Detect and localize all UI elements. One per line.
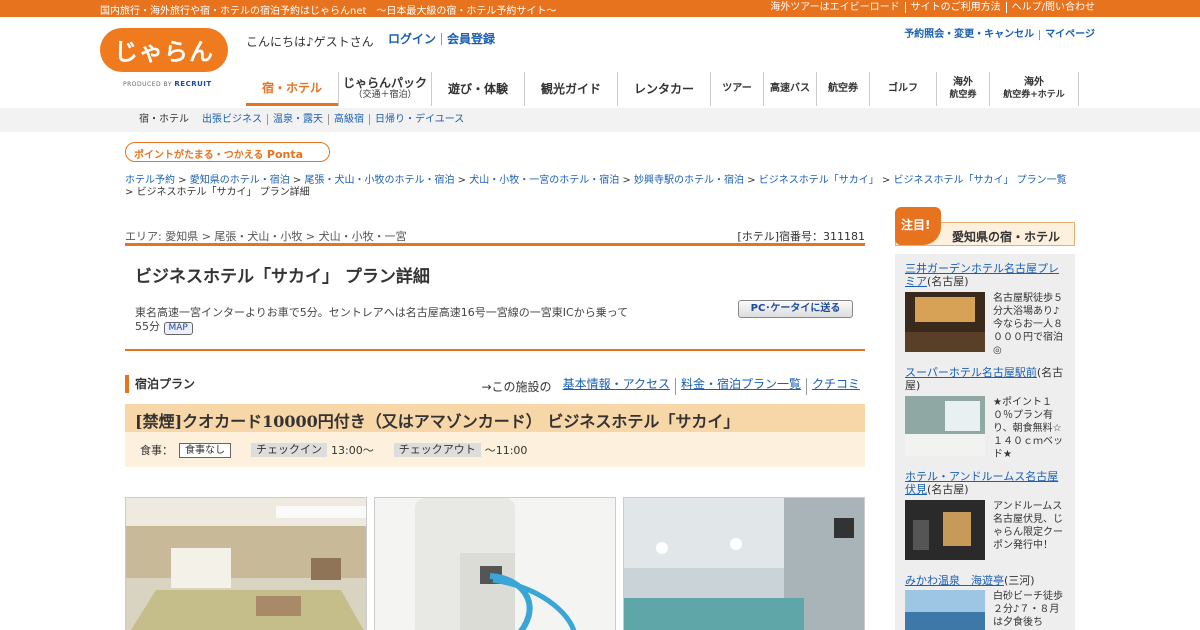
breadcrumb-link[interactable]: 尾張・犬山・小牧のホテル・宿泊 <box>305 175 455 186</box>
login-links: ログイン 会員登録 <box>388 33 500 45</box>
hotel-name-link[interactable]: スーパーホテル名古屋駅前 <box>905 366 1037 379</box>
nav-overseas-flight[interactable]: 海外 航空券 <box>936 72 989 106</box>
review-link[interactable]: クチコミ <box>807 378 865 395</box>
nav-rentacar[interactable]: レンタカー <box>617 72 710 106</box>
bath-photo[interactable] <box>623 497 865 630</box>
hotel-thumbnail[interactable] <box>905 292 985 352</box>
featured-badge: 注目! <box>895 207 941 245</box>
greeting: こんにちは♪ゲストさん <box>246 35 374 49</box>
top-links: 海外ツアーはエイビーロード サイトのご利用方法 ヘルプ/問い合わせ <box>765 2 1100 13</box>
meal-badge: 食事なし <box>179 442 231 458</box>
featured-hotel-item[interactable]: スーパーホテル名古屋駅前(名古屋) ★ポイント１０％プラン有り、朝食無料☆１４０… <box>905 366 1067 460</box>
bath-image <box>624 498 864 630</box>
map-button[interactable]: MAP <box>163 322 193 335</box>
plan-section-header: 宿泊プラン →この施設の 基本情報・アクセス 料金・宿泊プラン一覧 クチコミ <box>125 375 865 395</box>
login-link[interactable]: ログイン <box>388 32 436 46</box>
mypage-link[interactable]: マイページ <box>1039 30 1100 40</box>
plan-list-link[interactable]: 料金・宿泊プラン一覧 <box>676 378 807 395</box>
hotel-thumbnail[interactable] <box>905 500 985 560</box>
nav-activities[interactable]: 遊び・体験 <box>431 72 524 106</box>
plan-info: 食事： 食事なし チェックイン 13:00～ チェックアウト ～11:00 <box>125 432 865 467</box>
jalan-logo[interactable]: じゃらん <box>100 28 228 72</box>
subnav-onsen[interactable]: 温泉・露天 <box>267 114 328 125</box>
checkout-time: ～11:00 <box>484 444 528 457</box>
hotel-thumbnail[interactable] <box>905 396 985 456</box>
top-banner: 国内旅行・海外旅行や宿・ホテルの宿泊予約はじゃらんnet ～日本最大級の宿・ホテ… <box>0 0 1200 17</box>
site-tagline: 国内旅行・海外旅行や宿・ホテルの宿泊予約はじゃらんnet ～日本最大級の宿・ホテ… <box>100 6 557 17</box>
logo-text: じゃらん <box>114 38 214 66</box>
breadcrumb-link[interactable]: ホテル予約 <box>125 175 175 186</box>
lan-port-photo[interactable] <box>374 497 616 630</box>
subnav-business[interactable]: 出張ビジネス <box>197 114 267 125</box>
register-link[interactable]: 会員登録 <box>447 32 495 46</box>
breadcrumb: ホテル予約 > 愛知県のホテル・宿泊 > 尾張・犬山・小牧のホテル・宿泊 > 犬… <box>125 175 1067 198</box>
hotel-number: [ホテル]宿番号：311181 <box>737 230 865 243</box>
featured-hotel-item[interactable]: ホテル・アンドルームス名古屋伏見(名古屋) アンドルームス名古屋伏見、じゃらん限… <box>905 470 1067 560</box>
help-link[interactable]: ヘルプ/問い合わせ <box>1005 2 1100 13</box>
nav-golf[interactable]: ゴルフ <box>869 72 936 106</box>
basic-info-link[interactable]: 基本情報・アクセス <box>558 378 676 395</box>
main-nav: 宿・ホテル じゃらんパック （交通＋宿泊） 遊び・体験 観光ガイド レンタカー ツ… <box>246 72 1079 106</box>
hotel-description: 名古屋駅徒歩５分大浴場あり♪今ならお一人８０００円で宿泊◎ <box>993 293 1063 356</box>
lan-port-image <box>375 498 615 630</box>
facility-links: →この施設の 基本情報・アクセス 料金・宿泊プラン一覧 クチコミ <box>482 378 866 395</box>
breadcrumb-link[interactable]: 愛知県のホテル・宿泊 <box>190 175 290 186</box>
send-to-phone-button[interactable]: PC･ケータイに送る <box>738 300 853 318</box>
hotel-description: アンドルームス名古屋伏見、じゃらん限定クーポン発行中！ <box>993 501 1063 551</box>
featured-hotel-item[interactable]: 三井ガーデンホテル名古屋プレミア(名古屋) 名古屋駅徒歩５分大浴場あり♪今ならお… <box>905 262 1067 356</box>
breadcrumb-link[interactable]: ビジネスホテル「サカイ」 <box>759 175 879 186</box>
hotel-description: 白砂ビーチ徒歩２分♪７・８月は夕食後ち <box>993 591 1063 628</box>
sub-nav: 宿・ホテル 出張ビジネス 温泉・露天 高級宿 日帰り・デイユース <box>0 108 1200 132</box>
breadcrumb-current: ビジネスホテル「サカイ」 プラン詳細 <box>136 187 310 198</box>
breadcrumb-link[interactable]: 妙興寺駅のホテル・宿泊 <box>634 175 744 186</box>
nav-bus[interactable]: 高速バス <box>763 72 816 106</box>
access-info: 東名高速一宮インターよりお車で5分。セントレアへは名古屋高速16号一宮線の一宮東… <box>135 306 629 335</box>
nav-jalan-pack[interactable]: じゃらんパック （交通＋宿泊） <box>338 72 431 106</box>
ponta-logo: Ponta <box>266 148 304 161</box>
subnav-dayuse[interactable]: 日帰り・デイユース <box>369 114 469 125</box>
nav-tour[interactable]: ツアー <box>710 72 763 106</box>
plan-section-title: 宿泊プラン <box>125 375 195 393</box>
account-links: 予約照会・変更・キャンセル マイページ <box>899 30 1100 40</box>
featured-hotel-list: 三井ガーデンホテル名古屋プレミア(名古屋) 名古屋駅徒歩５分大浴場あり♪今ならお… <box>895 254 1075 630</box>
area-line: エリア: 愛知県 > 尾張・犬山・小牧 > 犬山・小牧・一宮 [ホテル]宿番号：… <box>125 228 865 244</box>
nav-overseas-flight-hotel[interactable]: 海外 航空券+ホテル <box>989 72 1079 106</box>
breadcrumb-link[interactable]: 犬山・小牧・一宮のホテル・宿泊 <box>469 175 619 186</box>
breadcrumb-link[interactable]: ビジネスホテル「サカイ」 プラン一覧 <box>894 175 1067 186</box>
room-photo-image <box>126 498 366 630</box>
room-photo[interactable] <box>125 497 367 630</box>
plan-title: [禁煙]クオカード10000円付き（又はアマゾンカード） ビジネスホテル「サカイ… <box>125 404 865 432</box>
nav-sightseeing[interactable]: 観光ガイド <box>524 72 617 106</box>
subnav-luxury[interactable]: 高級宿 <box>328 114 369 125</box>
ponta-banner[interactable]: ポイントがたまる・つかえる Ponta <box>125 142 330 162</box>
featured-hotel-item[interactable]: みかわ温泉 海遊亭(三河) 白砂ビーチ徒歩２分♪７・８月は夕食後ち <box>905 574 1067 630</box>
hotel-header: ビジネスホテル「サカイ」 プラン詳細 東名高速一宮インターよりお車で5分。セント… <box>125 243 865 351</box>
hotel-name-link[interactable]: みかわ温泉 海遊亭 <box>905 574 1004 587</box>
hotel-description: ★ポイント１０％プラン有り、朝食無料☆１４０ｃｍベッド★ <box>993 397 1063 460</box>
page-title: ビジネスホテル「サカイ」 プラン詳細 <box>135 267 430 287</box>
checkout-label: チェックアウト <box>393 443 481 457</box>
area-path: エリア: 愛知県 > 尾張・犬山・小牧 > 犬山・小牧・一宮 <box>125 230 407 243</box>
sidebar-title: 愛知県の宿・ホテル <box>952 230 1061 244</box>
hotel-thumbnail[interactable] <box>905 590 985 630</box>
reservation-check-link[interactable]: 予約照会・変更・キャンセル <box>899 30 1039 40</box>
abroad-tour-link[interactable]: 海外ツアーはエイビーロード <box>765 2 904 13</box>
recruit-logo: RECRUIT <box>174 80 212 88</box>
facility-links-prefix: →この施設の <box>481 380 552 394</box>
meal-label: 食事： <box>140 444 173 457</box>
usage-guide-link[interactable]: サイトのご利用方法 <box>904 2 1006 13</box>
nav-hotel[interactable]: 宿・ホテル <box>246 72 338 106</box>
checkin-label: チェックイン <box>251 443 327 457</box>
sidebar: 愛知県の宿・ホテル 注目! 三井ガーデンホテル名古屋プレミア(名古屋) 名古屋駅… <box>895 207 1075 630</box>
nav-flight[interactable]: 航空券 <box>816 72 869 106</box>
subnav-current: 宿・ホテル <box>139 114 189 125</box>
checkin-time: 13:00～ <box>331 444 374 457</box>
produced-by: PRODUCED BY RECRUIT <box>123 80 212 88</box>
